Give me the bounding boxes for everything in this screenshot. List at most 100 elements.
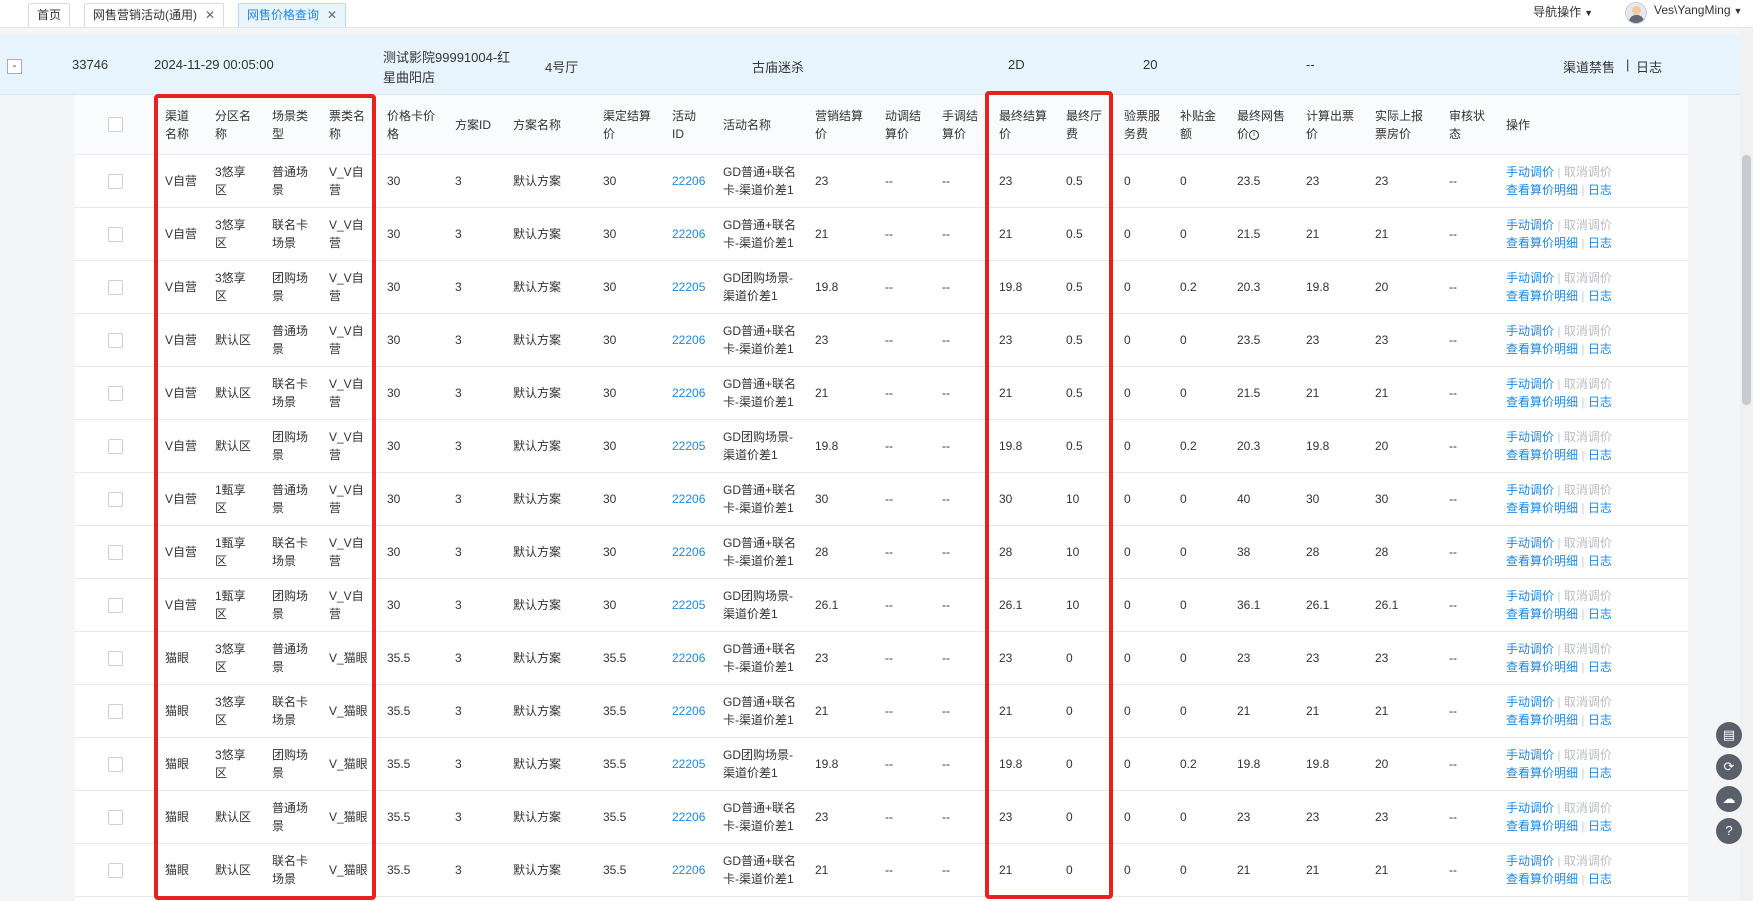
row-log-link[interactable]: 日志 bbox=[1588, 395, 1612, 409]
manual-adjust-link[interactable]: 手动调价 bbox=[1506, 695, 1554, 709]
row-checkbox[interactable] bbox=[108, 704, 123, 719]
cell-actid[interactable]: 22206 bbox=[672, 543, 705, 561]
row-log-link[interactable]: 日志 bbox=[1588, 342, 1612, 356]
view-price-detail-link[interactable]: 查看算价明细 bbox=[1506, 342, 1578, 356]
row-log-link[interactable]: 日志 bbox=[1588, 660, 1612, 674]
cancel-adjust-link[interactable]: 取消调价 bbox=[1564, 695, 1612, 709]
close-icon[interactable]: ✕ bbox=[205, 8, 215, 22]
view-price-detail-link[interactable]: 查看算价明细 bbox=[1506, 872, 1578, 886]
manual-adjust-link[interactable]: 手动调价 bbox=[1506, 165, 1554, 179]
row-log-link[interactable]: 日志 bbox=[1588, 501, 1612, 515]
cancel-adjust-link[interactable]: 取消调价 bbox=[1564, 483, 1612, 497]
cancel-adjust-link[interactable]: 取消调价 bbox=[1564, 589, 1612, 603]
row-log-link[interactable]: 日志 bbox=[1588, 183, 1612, 197]
cancel-adjust-link[interactable]: 取消调价 bbox=[1564, 430, 1612, 444]
manual-adjust-link[interactable]: 手动调价 bbox=[1506, 854, 1554, 868]
cell-actid[interactable]: 22206 bbox=[672, 331, 705, 349]
manual-adjust-link[interactable]: 手动调价 bbox=[1506, 748, 1554, 762]
row-checkbox[interactable] bbox=[108, 386, 123, 401]
row-checkbox[interactable] bbox=[108, 227, 123, 242]
scrollbar-thumb[interactable] bbox=[1742, 155, 1751, 405]
cell-actid[interactable]: 22206 bbox=[672, 172, 705, 190]
cancel-adjust-link[interactable]: 取消调价 bbox=[1564, 801, 1612, 815]
row-checkbox[interactable] bbox=[108, 439, 123, 454]
view-price-detail-link[interactable]: 查看算价明细 bbox=[1506, 395, 1578, 409]
manual-adjust-link[interactable]: 手动调价 bbox=[1506, 430, 1554, 444]
row-log-link[interactable]: 日志 bbox=[1588, 872, 1612, 886]
view-price-detail-link[interactable]: 查看算价明细 bbox=[1506, 183, 1578, 197]
cell-actid[interactable]: 22206 bbox=[672, 225, 705, 243]
cell-actid[interactable]: 22205 bbox=[672, 437, 705, 455]
manual-adjust-link[interactable]: 手动调价 bbox=[1506, 377, 1554, 391]
row-checkbox[interactable] bbox=[108, 492, 123, 507]
tab-price-query[interactable]: 网售价格查询 ✕ bbox=[238, 3, 347, 27]
row-checkbox[interactable] bbox=[108, 598, 123, 613]
cancel-adjust-link[interactable]: 取消调价 bbox=[1564, 536, 1612, 550]
cancel-adjust-link[interactable]: 取消调价 bbox=[1564, 271, 1612, 285]
select-all-checkbox[interactable] bbox=[108, 117, 123, 132]
manual-adjust-link[interactable]: 手动调价 bbox=[1506, 801, 1554, 815]
row-log-link[interactable]: 日志 bbox=[1588, 289, 1612, 303]
view-price-detail-link[interactable]: 查看算价明细 bbox=[1506, 766, 1578, 780]
layout-icon[interactable]: ▤ bbox=[1716, 722, 1742, 748]
collapse-button[interactable]: - bbox=[7, 59, 22, 74]
cancel-adjust-link[interactable]: 取消调价 bbox=[1564, 165, 1612, 179]
cancel-adjust-link[interactable]: 取消调价 bbox=[1564, 748, 1612, 762]
refresh-icon[interactable]: ⟳ bbox=[1716, 754, 1742, 780]
view-price-detail-link[interactable]: 查看算价明细 bbox=[1506, 554, 1578, 568]
cell-actid[interactable]: 22206 bbox=[672, 861, 705, 879]
manual-adjust-link[interactable]: 手动调价 bbox=[1506, 483, 1554, 497]
cancel-adjust-link[interactable]: 取消调价 bbox=[1564, 642, 1612, 656]
view-price-detail-link[interactable]: 查看算价明细 bbox=[1506, 713, 1578, 727]
cell-actid[interactable]: 22205 bbox=[672, 278, 705, 296]
cell-actid[interactable]: 22206 bbox=[672, 649, 705, 667]
view-price-detail-link[interactable]: 查看算价明细 bbox=[1506, 289, 1578, 303]
cancel-adjust-link[interactable]: 取消调价 bbox=[1564, 854, 1612, 868]
row-checkbox[interactable] bbox=[108, 863, 123, 878]
avatar[interactable] bbox=[1625, 2, 1647, 24]
manual-adjust-link[interactable]: 手动调价 bbox=[1506, 589, 1554, 603]
tab-marketing-activity[interactable]: 网售营销活动(通用) ✕ bbox=[84, 3, 225, 27]
row-log-link[interactable]: 日志 bbox=[1588, 236, 1612, 250]
cell-actid[interactable]: 22206 bbox=[672, 702, 705, 720]
view-price-detail-link[interactable]: 查看算价明细 bbox=[1506, 819, 1578, 833]
row-checkbox[interactable] bbox=[108, 280, 123, 295]
cell-actid[interactable]: 22206 bbox=[672, 490, 705, 508]
close-icon[interactable]: ✕ bbox=[327, 8, 337, 22]
cancel-adjust-link[interactable]: 取消调价 bbox=[1564, 377, 1612, 391]
row-log-link[interactable]: 日志 bbox=[1588, 554, 1612, 568]
manual-adjust-link[interactable]: 手动调价 bbox=[1506, 642, 1554, 656]
row-log-link[interactable]: 日志 bbox=[1588, 448, 1612, 462]
cell-actid[interactable]: 22205 bbox=[672, 596, 705, 614]
row-checkbox[interactable] bbox=[108, 174, 123, 189]
manual-adjust-link[interactable]: 手动调价 bbox=[1506, 324, 1554, 338]
manual-adjust-link[interactable]: 手动调价 bbox=[1506, 536, 1554, 550]
view-price-detail-link[interactable]: 查看算价明细 bbox=[1506, 236, 1578, 250]
row-log-link[interactable]: 日志 bbox=[1588, 819, 1612, 833]
user-menu[interactable]: Ves\YangMing ▼ bbox=[1654, 3, 1742, 17]
row-checkbox[interactable] bbox=[108, 651, 123, 666]
cancel-adjust-link[interactable]: 取消调价 bbox=[1564, 218, 1612, 232]
help-icon[interactable]: ? bbox=[1716, 818, 1742, 844]
view-price-detail-link[interactable]: 查看算价明细 bbox=[1506, 607, 1578, 621]
row-log-link[interactable]: 日志 bbox=[1588, 766, 1612, 780]
manual-adjust-link[interactable]: 手动调价 bbox=[1506, 218, 1554, 232]
row-checkbox[interactable] bbox=[108, 333, 123, 348]
manual-adjust-link[interactable]: 手动调价 bbox=[1506, 271, 1554, 285]
summary-log-link[interactable]: 日志 bbox=[1636, 57, 1662, 76]
row-log-link[interactable]: 日志 bbox=[1588, 607, 1612, 621]
cancel-adjust-link[interactable]: 取消调价 bbox=[1564, 324, 1612, 338]
view-price-detail-link[interactable]: 查看算价明细 bbox=[1506, 660, 1578, 674]
tab-home[interactable]: 首页 bbox=[28, 3, 71, 27]
cloud-upload-icon[interactable]: ☁ bbox=[1716, 786, 1742, 812]
view-price-detail-link[interactable]: 查看算价明细 bbox=[1506, 448, 1578, 462]
view-price-detail-link[interactable]: 查看算价明细 bbox=[1506, 501, 1578, 515]
row-checkbox[interactable] bbox=[108, 810, 123, 825]
channel-ban-link[interactable]: 渠道禁售 bbox=[1563, 57, 1615, 76]
info-icon[interactable]: i bbox=[1249, 129, 1260, 140]
cell-actid[interactable]: 22205 bbox=[672, 755, 705, 773]
row-log-link[interactable]: 日志 bbox=[1588, 713, 1612, 727]
row-checkbox[interactable] bbox=[108, 545, 123, 560]
row-checkbox[interactable] bbox=[108, 757, 123, 772]
nav-operations-menu[interactable]: 导航操作 ▼ bbox=[1533, 3, 1593, 20]
